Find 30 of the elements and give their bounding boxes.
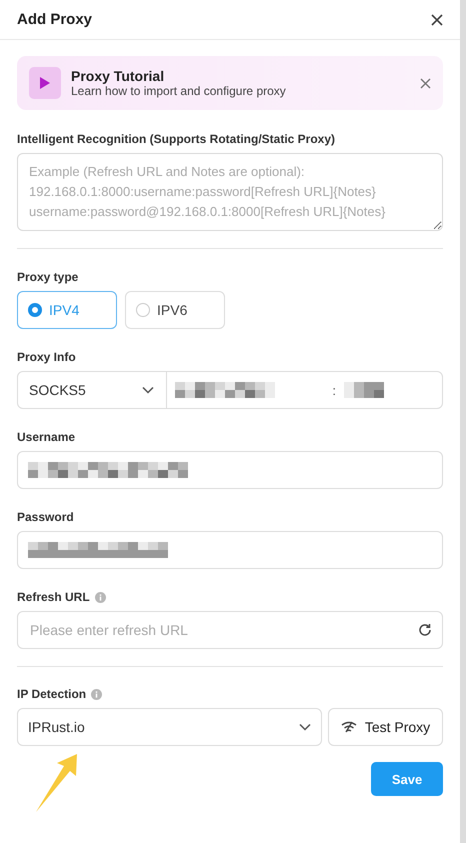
test-proxy-button[interactable]: Test Proxy	[328, 708, 443, 746]
field-label: Username	[17, 430, 76, 444]
tutorial-title: Proxy Tutorial	[71, 68, 166, 84]
refresh-icon[interactable]	[418, 623, 432, 637]
pixelated-text-drawing	[344, 382, 384, 398]
field-label: Intelligent Recognition (Supports Rotating/Static Proxy)	[17, 132, 336, 146]
info-icon	[94, 592, 106, 602]
protocol-select[interactable]: SOCKS5	[18, 372, 166, 408]
username-field[interactable]	[17, 451, 443, 489]
proxy-info-field[interactable]: SOCKS5 :	[17, 371, 443, 409]
tutorial-subtitle: Learn how to import and configure proxy	[71, 84, 287, 98]
field-label: IP Detection	[17, 687, 86, 701]
chevron-down-icon	[299, 723, 311, 731]
field-label: Refresh URL	[17, 590, 90, 604]
chevron-down-icon	[142, 386, 154, 394]
field-label: Proxy type	[17, 270, 78, 284]
close-icon[interactable]	[420, 78, 431, 88]
radio-option[interactable]: IPV6	[125, 291, 225, 329]
info-icon	[91, 688, 102, 700]
dialog-title: Add Proxy	[17, 11, 92, 28]
ip-detection-select[interactable]: IPRust.io	[17, 708, 322, 746]
field-label: Proxy Info	[17, 350, 76, 364]
play-icon[interactable]	[29, 67, 61, 99]
wifi-off-icon	[340, 721, 357, 733]
password-field[interactable]	[17, 531, 443, 569]
recognition-textarea[interactable]: Example (Refresh URL and Notes are optional): 192.168.0.1:8000:username:password[Refresh URL]{Notes} username:password@192.168.0.1:8000[Refresh URL]{Notes}	[17, 153, 443, 231]
refresh-url-field[interactable]: Please enter refresh URL	[17, 611, 443, 649]
port-separator: :	[332, 382, 336, 398]
field-label: Password	[17, 510, 74, 524]
close-icon[interactable]	[431, 14, 443, 26]
